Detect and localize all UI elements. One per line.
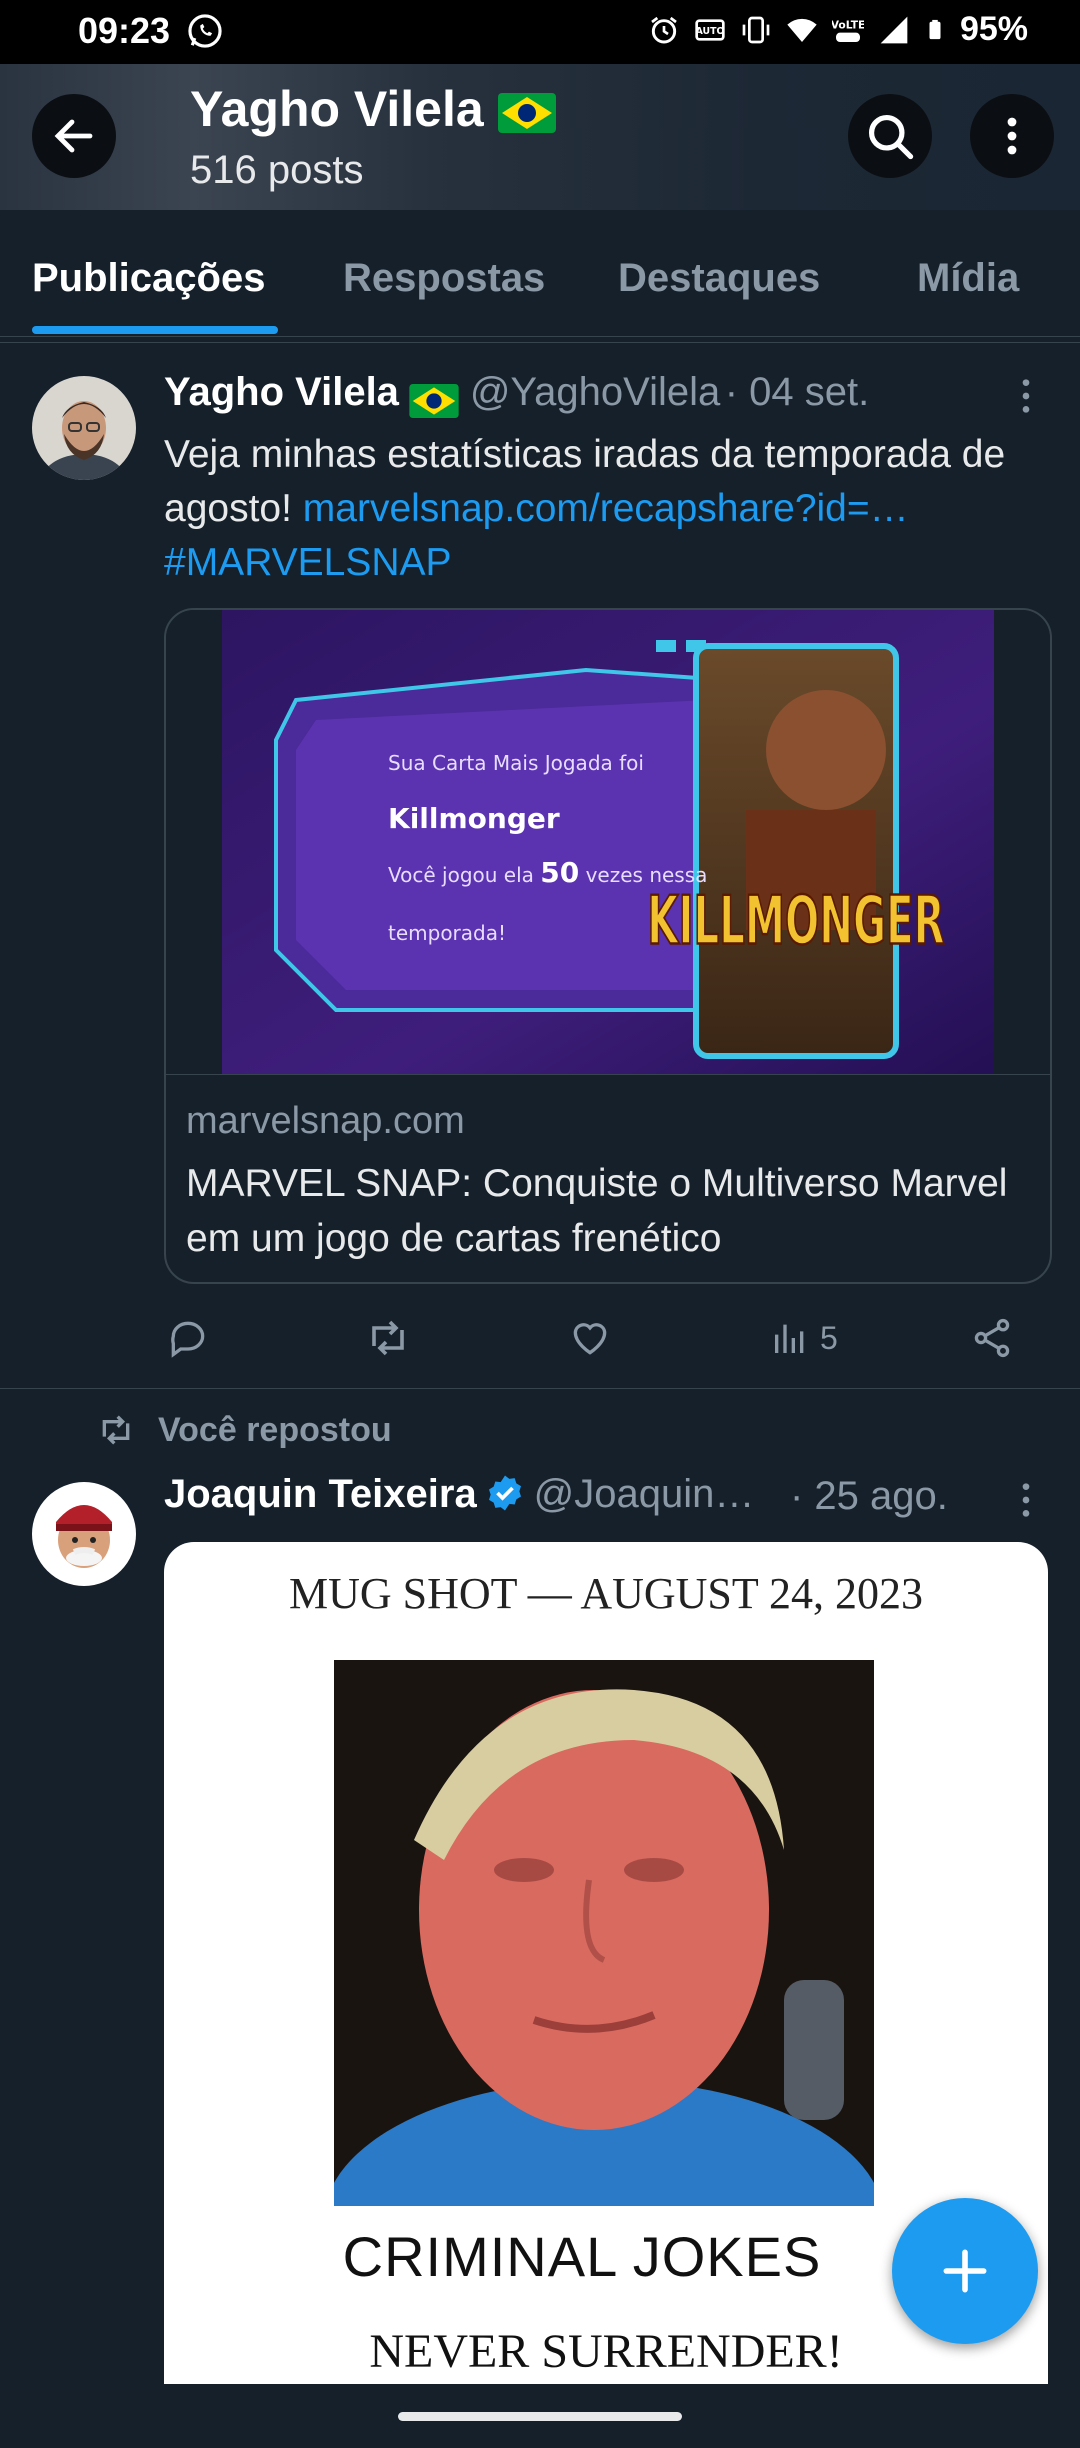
post-count: 516 posts: [190, 148, 364, 192]
profile-name-text: Yagho Vilela: [190, 81, 484, 137]
post-header: Yagho Vilela @YaghoVilela · 04 set.: [164, 370, 869, 418]
more-vertical-icon: [1007, 117, 1017, 155]
more-button[interactable]: [970, 94, 1054, 178]
wifi-icon: [787, 18, 817, 42]
card-domain: marvelsnap.com: [186, 1100, 465, 1142]
auto-brightness-icon: AUTO: [695, 18, 725, 41]
card-line1: Sua Carta Mais Jogada foi: [388, 751, 644, 775]
image-subcaption: NEVER SURRENDER!: [369, 2325, 843, 2378]
post-actions: 5: [164, 1310, 1044, 1366]
volte-icon: VoLTE: [832, 18, 864, 42]
active-tab-indicator: [32, 326, 278, 334]
more-vertical-icon[interactable]: [1006, 376, 1046, 416]
profile-name: Yagho Vilela: [190, 80, 556, 138]
divider: [0, 1388, 1080, 1389]
status-time: 09:23: [78, 10, 171, 51]
home-indicator[interactable]: [398, 2412, 682, 2421]
repost-indicator: Você repostou: [96, 1410, 392, 1450]
post-header: Joaquin Teixeira @Joaquin…: [164, 1472, 754, 1517]
views-icon: [775, 1324, 804, 1353]
card-line3: temporada!: [388, 921, 506, 945]
card-name: Killmonger: [388, 802, 560, 835]
alarm-icon: [651, 16, 677, 43]
svg-text:AUTO: AUTO: [696, 26, 725, 37]
post-author-handle[interactable]: @Joaquin…: [534, 1472, 755, 1516]
share-icon: [974, 1318, 1010, 1358]
tab-destaques[interactable]: Destaques: [618, 256, 820, 301]
tab-publicacoes[interactable]: Publicações: [32, 256, 265, 301]
back-arrow-icon: [54, 119, 93, 153]
post-link[interactable]: marvelsnap.com/recapshare?id=…: [303, 487, 909, 530]
post-author-handle[interactable]: @YaghoVilela: [470, 370, 720, 414]
image-title: MUG SHOT — AUGUST 24, 2023: [288, 1569, 923, 1618]
search-button[interactable]: [848, 94, 932, 178]
post-date[interactable]: · 25 ago.: [790, 1474, 948, 1519]
divider: [0, 342, 1080, 343]
brazil-flag-icon: [497, 92, 556, 133]
status-bar: 09:23 AUTO VoLTE 95%: [0, 0, 1080, 64]
avatar[interactable]: [32, 1482, 136, 1586]
brazil-flag-icon: [409, 383, 460, 418]
post-date[interactable]: · 04 set.: [725, 370, 870, 414]
repost-label: Você repostou: [158, 1410, 392, 1449]
more-vertical-icon[interactable]: [1006, 1480, 1046, 1520]
post-text: Veja minhas estatísticas iradas da tempo…: [164, 428, 1054, 590]
link-preview-card[interactable]: KILLMONGER Sua Carta Mais Jogada foi Kil…: [164, 608, 1052, 1284]
signal-icon: [880, 16, 908, 43]
views-button[interactable]: 5: [770, 1310, 838, 1366]
search-icon: [868, 114, 914, 160]
whatsapp-icon: [188, 14, 222, 48]
view-count: 5: [820, 1319, 838, 1356]
card-title: MARVEL SNAP: Conquiste o Multiverso Marv…: [186, 1162, 1008, 1260]
card-image: KILLMONGER Sua Carta Mais Jogada foi Kil…: [166, 610, 1050, 1074]
mugshot-photo: [334, 1660, 874, 2206]
reply-icon: [171, 1321, 205, 1358]
profile-tabs: Publicações Respostas Destaques Mídia: [0, 210, 1080, 337]
post-hashtag[interactable]: #MARVELSNAP: [164, 541, 452, 584]
compose-button[interactable]: [892, 2198, 1038, 2344]
like-icon: [573, 1323, 607, 1355]
profile-header: Yagho Vilela 516 posts: [0, 64, 1080, 210]
image-caption: CRIMINAL JOKES: [342, 2225, 822, 2288]
vibrate-icon: [742, 16, 770, 43]
avatar[interactable]: [32, 376, 136, 480]
battery-icon: [929, 19, 941, 39]
plus-icon: [943, 2249, 987, 2293]
card-divider: [166, 1074, 1050, 1075]
battery-level: 95%: [959, 10, 1028, 48]
back-button[interactable]: [32, 94, 116, 178]
reply-button[interactable]: [166, 1310, 210, 1366]
post-author-name[interactable]: Yagho Vilela: [164, 370, 399, 414]
avatar-cartoon: [32, 1482, 136, 1586]
tab-midia[interactable]: Mídia: [917, 256, 1019, 301]
like-button[interactable]: [568, 1310, 612, 1366]
status-icons: AUTO VoLTE 95%: [648, 10, 1028, 49]
repost-button[interactable]: [364, 1310, 412, 1366]
repost-icon: [372, 1320, 404, 1356]
tab-respostas[interactable]: Respostas: [343, 256, 545, 301]
post-author-name[interactable]: Joaquin Teixeira: [164, 1472, 477, 1516]
verified-badge-icon: [489, 1475, 522, 1511]
avatar-photo: [32, 376, 136, 480]
repost-icon: [102, 1415, 130, 1445]
card-art-title: KILLMONGER: [647, 883, 944, 961]
svg-text:VoLTE: VoLTE: [832, 18, 864, 31]
share-button[interactable]: [970, 1310, 1014, 1366]
